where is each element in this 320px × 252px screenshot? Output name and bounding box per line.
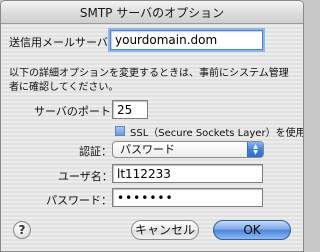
popup-arrows-icon: ▲ ▼ [247, 142, 263, 157]
auth-selected-value: パスワード [120, 143, 175, 156]
smtp-server-input[interactable]: yourdomain.dom [110, 30, 263, 50]
password-input[interactable]: ••••••• [112, 188, 263, 207]
port-label: サーバのポート： [34, 105, 122, 118]
title-bar: SMTP サーバのオプション [1, 1, 303, 24]
ssl-checkbox[interactable] [115, 126, 125, 136]
advanced-options-description: 以下の詳細オプションを変更するときは、事前にシステム管理者に確認してください。 [9, 68, 289, 93]
username-label: ユーザ名： [58, 170, 113, 183]
auth-label: 認証： [79, 145, 112, 158]
smtp-options-dialog: SMTP サーバのオプション 送信用メールサーバ： yourdomain.dom… [0, 0, 304, 252]
auth-popup[interactable]: パスワード ▲ ▼ [112, 141, 264, 158]
window-title: SMTP サーバのオプション [79, 6, 225, 20]
help-button[interactable]: ? [13, 221, 31, 239]
port-input[interactable]: 25 [112, 100, 148, 119]
ok-button[interactable]: OK [213, 220, 291, 240]
cancel-button[interactable]: キャンセル [131, 220, 199, 240]
ssl-label: SSL（Secure Sockets Layer）を使用 [130, 128, 304, 139]
username-input[interactable]: lt112233 [112, 164, 263, 183]
server-label: 送信用メールサーバ： [9, 36, 119, 49]
password-label: パスワード： [46, 194, 112, 207]
